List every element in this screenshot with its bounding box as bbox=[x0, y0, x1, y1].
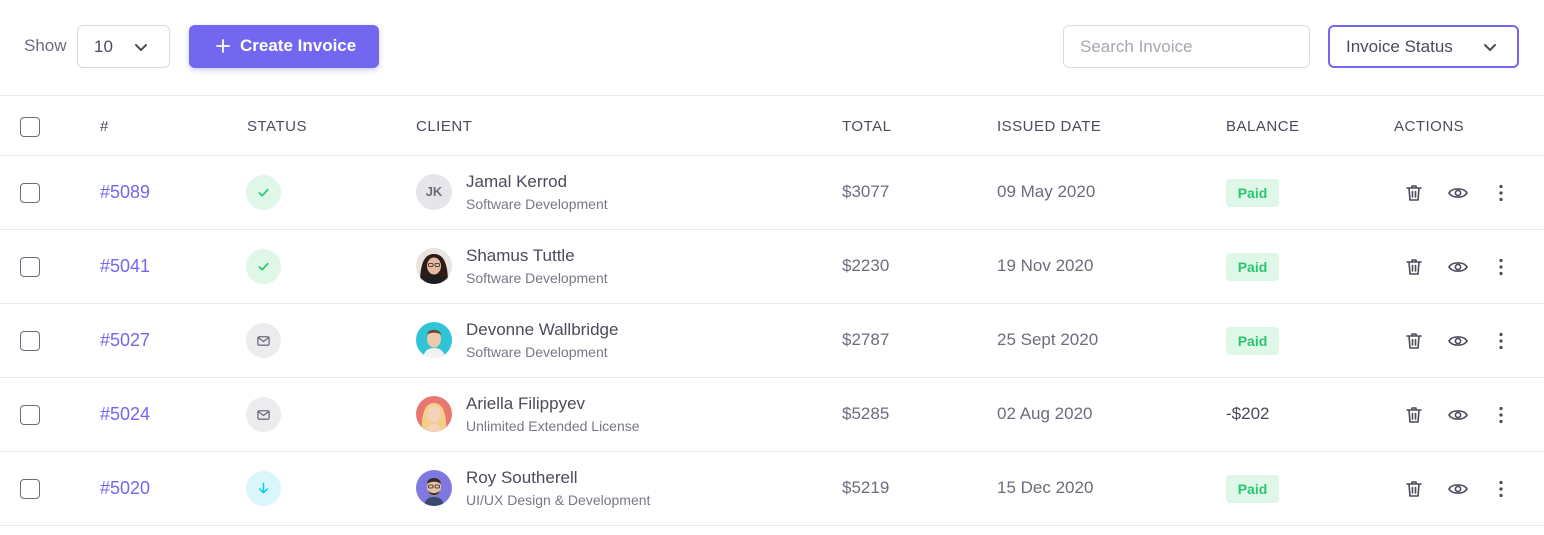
client-name: Roy Southerell bbox=[466, 468, 578, 487]
issued-date: 25 Sept 2020 bbox=[997, 330, 1099, 349]
client-name: Ariella Filippyev bbox=[466, 394, 586, 413]
client-service: UI/UX Design & Development bbox=[466, 492, 651, 508]
invoice-total: $2230 bbox=[842, 256, 890, 275]
invoice-status-select[interactable]: Invoice Status bbox=[1328, 25, 1519, 68]
eye-icon[interactable] bbox=[1447, 478, 1469, 500]
check-icon bbox=[258, 262, 269, 271]
page-size-select[interactable]: 10 bbox=[77, 25, 170, 68]
status-badge bbox=[246, 471, 281, 506]
mail-icon bbox=[257, 410, 270, 420]
create-invoice-button[interactable]: Create Invoice bbox=[189, 25, 379, 68]
client-name: Devonne Wallbridge bbox=[466, 320, 619, 339]
invoice-total: $3077 bbox=[842, 182, 890, 201]
eye-icon[interactable] bbox=[1447, 330, 1469, 352]
create-invoice-label: Create Invoice bbox=[240, 36, 357, 55]
issued-date: 09 May 2020 bbox=[997, 182, 1096, 201]
arrow-down-icon bbox=[259, 482, 268, 494]
avatar bbox=[416, 396, 452, 432]
avatar bbox=[416, 470, 452, 506]
column-header-issued-date[interactable]: ISSUED DATE bbox=[997, 118, 1101, 135]
trash-icon[interactable] bbox=[1403, 256, 1425, 278]
table-row: #5024 Ariella Filippyev Unlimited Extend… bbox=[0, 378, 1544, 452]
table-row: #5041 Shamus Tuttle Software Development… bbox=[0, 230, 1544, 304]
eye-icon[interactable] bbox=[1447, 404, 1469, 426]
column-header-status[interactable]: STATUS bbox=[247, 118, 307, 135]
column-header-client[interactable]: CLIENT bbox=[416, 118, 472, 135]
table-header: # STATUS CLIENT TOTAL ISSUED DATE BALANC… bbox=[0, 97, 1544, 156]
row-checkbox[interactable] bbox=[20, 405, 40, 425]
column-header-id[interactable]: # bbox=[100, 118, 109, 135]
avatar bbox=[416, 248, 452, 284]
status-badge bbox=[246, 175, 281, 210]
invoice-total: $5219 bbox=[842, 478, 890, 497]
row-checkbox[interactable] bbox=[20, 479, 40, 499]
page-size-value: 10 bbox=[94, 37, 113, 56]
issued-date: 19 Nov 2020 bbox=[997, 256, 1094, 275]
column-header-actions: ACTIONS bbox=[1394, 118, 1465, 135]
client-name: Jamal Kerrod bbox=[466, 172, 568, 191]
invoice-id-link[interactable]: #5041 bbox=[100, 256, 150, 277]
invoice-status-value: Invoice Status bbox=[1346, 37, 1453, 56]
chevron-down-icon bbox=[135, 44, 147, 51]
mail-icon bbox=[257, 336, 270, 346]
column-header-balance[interactable]: BALANCE bbox=[1226, 118, 1300, 135]
more-vertical-icon[interactable] bbox=[1490, 182, 1512, 204]
avatar: JK bbox=[416, 174, 452, 210]
row-checkbox[interactable] bbox=[20, 331, 40, 351]
status-badge bbox=[246, 397, 281, 432]
balance-paid-badge: Paid bbox=[1226, 475, 1279, 503]
status-badge bbox=[246, 249, 281, 284]
issued-date: 15 Dec 2020 bbox=[997, 478, 1094, 497]
row-checkbox[interactable] bbox=[20, 257, 40, 277]
show-label: Show bbox=[24, 36, 67, 55]
more-vertical-icon[interactable] bbox=[1490, 478, 1512, 500]
table-row: #5089 JK Jamal Kerrod Software Developme… bbox=[0, 156, 1544, 230]
table-row: #5027 Devonne Wallbridge Software Develo… bbox=[0, 304, 1544, 378]
select-all-checkbox[interactable] bbox=[20, 117, 40, 137]
balance-paid-badge: Paid bbox=[1226, 179, 1279, 207]
status-badge bbox=[246, 323, 281, 358]
invoice-id-link[interactable]: #5024 bbox=[100, 404, 150, 425]
table-row: #5020 Roy Southerell UI/UX Design & Deve… bbox=[0, 452, 1544, 526]
invoice-total: $5285 bbox=[842, 404, 890, 423]
toolbar: Show 10 Create Invoice Invoice Status bbox=[0, 0, 1544, 96]
client-service: Unlimited Extended License bbox=[466, 418, 640, 434]
balance-amount: -$202 bbox=[1226, 404, 1270, 423]
plus-icon bbox=[216, 39, 230, 53]
invoice-id-link[interactable]: #5020 bbox=[100, 478, 150, 499]
check-icon bbox=[258, 188, 269, 197]
trash-icon[interactable] bbox=[1403, 478, 1425, 500]
balance-paid-badge: Paid bbox=[1226, 327, 1279, 355]
more-vertical-icon[interactable] bbox=[1490, 404, 1512, 426]
trash-icon[interactable] bbox=[1403, 182, 1425, 204]
trash-icon[interactable] bbox=[1403, 404, 1425, 426]
trash-icon[interactable] bbox=[1403, 330, 1425, 352]
balance-paid-badge: Paid bbox=[1226, 253, 1279, 281]
issued-date: 02 Aug 2020 bbox=[997, 404, 1093, 423]
invoice-total: $2787 bbox=[842, 330, 890, 349]
search-input[interactable] bbox=[1063, 25, 1310, 68]
invoice-id-link[interactable]: #5089 bbox=[100, 182, 150, 203]
client-service: Software Development bbox=[466, 270, 608, 286]
client-service: Software Development bbox=[466, 196, 608, 212]
invoice-id-link[interactable]: #5027 bbox=[100, 330, 150, 351]
column-header-total[interactable]: TOTAL bbox=[842, 118, 891, 135]
more-vertical-icon[interactable] bbox=[1490, 330, 1512, 352]
row-checkbox[interactable] bbox=[20, 183, 40, 203]
chevron-down-icon bbox=[1484, 44, 1496, 51]
avatar bbox=[416, 322, 452, 358]
client-service: Software Development bbox=[466, 344, 608, 360]
more-vertical-icon[interactable] bbox=[1490, 256, 1512, 278]
eye-icon[interactable] bbox=[1447, 182, 1469, 204]
eye-icon[interactable] bbox=[1447, 256, 1469, 278]
client-name: Shamus Tuttle bbox=[466, 246, 575, 265]
